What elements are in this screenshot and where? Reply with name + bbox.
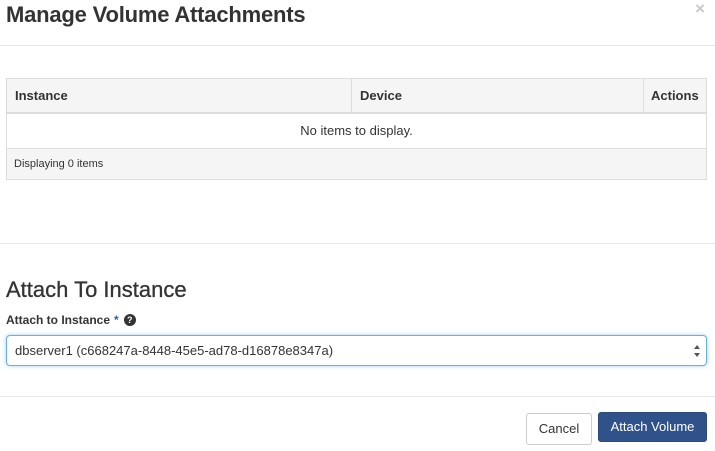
table-footer-count: Displaying 0 items	[7, 149, 706, 179]
question-circle-icon[interactable]: ?	[123, 314, 136, 326]
cancel-button[interactable]: Cancel	[526, 413, 592, 445]
attachments-table: Instance Device Actions No items to disp…	[6, 78, 707, 180]
required-marker: *	[114, 313, 119, 327]
manage-volume-attachments-modal: Manage Volume Attachments × Instance Dev…	[0, 0, 715, 451]
updown-arrows-icon	[694, 345, 700, 357]
table-empty-message: No items to display.	[7, 114, 706, 149]
attach-instance-label: Attach to Instance * ?	[6, 312, 136, 328]
close-icon[interactable]: ×	[695, 0, 705, 18]
table-header: Instance Device Actions	[7, 79, 706, 114]
column-header-instance[interactable]: Instance	[7, 79, 352, 112]
attach-instance-label-text: Attach to Instance	[6, 313, 111, 327]
column-header-device[interactable]: Device	[352, 79, 644, 112]
instance-select-value: dbserver1 (c668247a-8448-45e5-ad78-d1687…	[15, 343, 334, 358]
column-header-actions: Actions	[651, 88, 699, 103]
section-divider	[0, 243, 715, 244]
instance-select[interactable]: dbserver1 (c668247a-8448-45e5-ad78-d1687…	[6, 335, 707, 366]
modal-title: Manage Volume Attachments	[6, 2, 306, 27]
attach-volume-button[interactable]: Attach Volume	[598, 412, 707, 442]
attach-section-title: Attach To Instance	[6, 277, 187, 302]
footer-divider	[0, 396, 715, 397]
modal-header: Manage Volume Attachments ×	[0, 0, 715, 46]
